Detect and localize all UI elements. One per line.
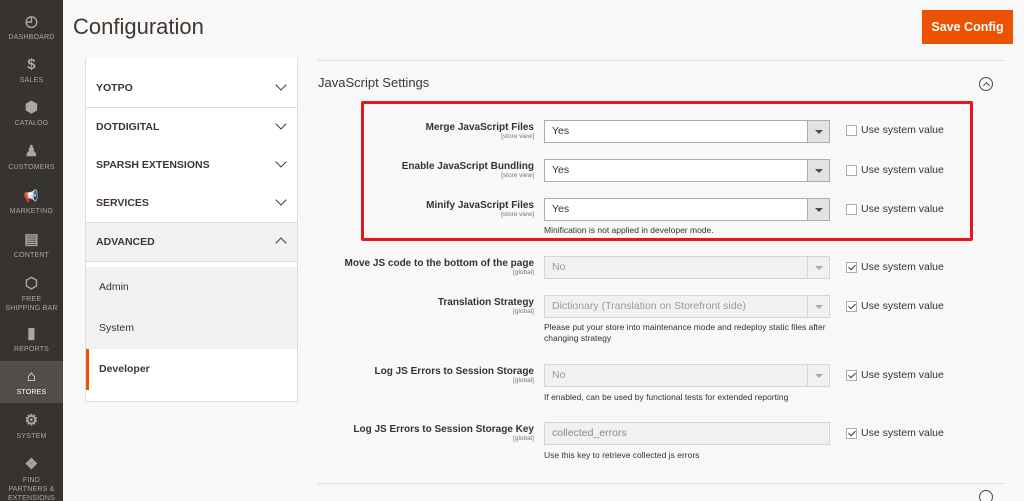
save-config-button[interactable]: Save Config: [922, 10, 1013, 44]
system-value-label: Use system value: [861, 300, 944, 312]
chevron-up-icon: [275, 237, 287, 249]
field-scope: [global]: [513, 308, 534, 315]
tab-section-advanced[interactable]: ADVANCED: [86, 223, 297, 262]
system-value-checkbox[interactable]: [846, 428, 857, 439]
nav-label: MARKETING: [9, 208, 54, 215]
field-note: If enabled, can be used by functional te…: [544, 392, 789, 402]
dollar-icon: $: [27, 56, 36, 73]
system-value-label: Use system value: [861, 427, 944, 439]
field-label-text: Log JS Errors to Session Storage Key: [353, 424, 534, 435]
nav-label: CUSTOMERS: [8, 164, 55, 171]
chevron-down-icon: [275, 79, 287, 91]
highlight-box: [361, 101, 973, 241]
nav-find-partners[interactable]: ❖ FIND PARTNERS & EXTENSIONS: [0, 457, 63, 501]
nav-catalog[interactable]: ⬢ CATALOG: [0, 100, 63, 128]
admin-nav: ◴ DASHBOARD $ SALES ⬢ CATALOG ♟ CUSTOMERS 📢 M…: [0, 0, 63, 501]
dashboard-icon: ◴: [24, 13, 39, 30]
system-value-checkbox[interactable]: [846, 301, 857, 312]
field-label: Move JS code to the bottom of the page […: [318, 258, 534, 277]
select-value: Dictionary (Translation on Storefront si…: [552, 300, 746, 312]
tab-section-label: DOTDIGITAL: [96, 121, 160, 133]
dropdown-arrow-icon: [807, 296, 829, 317]
log-js-errors-select[interactable]: No: [544, 364, 830, 387]
tab-item-system[interactable]: System: [86, 308, 297, 349]
translation-strategy-select[interactable]: Dictionary (Translation on Storefront si…: [544, 295, 830, 318]
divider: [318, 483, 1004, 484]
nav-label: SYSTEM: [16, 433, 47, 440]
field-label-text: Translation Strategy: [437, 297, 534, 308]
field-scope: [global]: [513, 269, 534, 276]
nav-label: CATALOG: [14, 120, 49, 127]
tab-item-admin[interactable]: Admin: [86, 267, 297, 308]
log-js-errors-key-input[interactable]: collected_errors: [544, 422, 830, 445]
field-label: Log JS Errors to Session Storage Key [gl…: [318, 424, 534, 443]
tab-section-yotpo[interactable]: YOTPO: [86, 69, 297, 108]
config-tabs: YOTPO DOTDIGITAL SPARSH EXTENSIONS SERVI…: [85, 58, 298, 402]
tab-item-developer[interactable]: Developer: [86, 349, 297, 390]
field-label: Translation Strategy [global]: [318, 297, 534, 316]
tab-section-dotdigital[interactable]: DOTDIGITAL: [86, 108, 297, 147]
nav-label: STORES: [16, 389, 47, 396]
system-value-label: Use system value: [861, 369, 944, 381]
chevron-down-icon: [275, 118, 287, 130]
field-note: Use this key to retrieve collected js er…: [544, 450, 700, 460]
megaphone-icon: 📢: [23, 189, 40, 203]
nav-label: FREE SHIPPING BAR: [5, 296, 58, 312]
field-scope: [global]: [513, 377, 534, 384]
tab-section-label: YOTPO: [96, 82, 133, 94]
hexagon-icon: ⬡: [24, 275, 39, 292]
select-value: No: [552, 261, 566, 273]
field-note: Please put your store into maintenance m…: [544, 322, 826, 343]
page-header: Configuration Save Config: [63, 0, 1024, 58]
dropdown-arrow-icon: [807, 365, 829, 386]
nav-marketing[interactable]: 📢 MARKETING: [0, 188, 63, 216]
chevron-down-icon: [275, 156, 287, 168]
field-label: Log JS Errors to Session Storage [global…: [318, 366, 534, 385]
collapse-icon[interactable]: [979, 490, 993, 501]
nav-label: FIND PARTNERS & EXTENSIONS: [7, 477, 56, 501]
nav-reports[interactable]: ▮ REPORTS: [0, 326, 63, 354]
tab-item-label: System: [99, 322, 135, 334]
page-title: Configuration: [73, 14, 204, 39]
tab-section-label: SPARSH EXTENSIONS: [96, 159, 210, 171]
nav-label: REPORTS: [13, 346, 50, 353]
box-icon: ⬢: [24, 99, 39, 116]
bar-chart-icon: ▮: [27, 325, 36, 342]
tab-section-sparsh-extensions[interactable]: SPARSH EXTENSIONS: [86, 146, 297, 185]
section-title[interactable]: JavaScript Settings: [318, 75, 429, 90]
store-icon: ⌂: [26, 368, 37, 385]
select-value: No: [552, 369, 566, 381]
dropdown-arrow-icon: [807, 257, 829, 278]
config-content: JavaScript Settings Merge JavaScript Fil…: [318, 58, 1004, 501]
system-value-checkbox[interactable]: [846, 370, 857, 381]
nav-content[interactable]: ▤ CONTENT: [0, 232, 63, 260]
layout-icon: ▤: [24, 231, 39, 248]
field-scope: [global]: [513, 435, 534, 442]
nav-dashboard[interactable]: ◴ DASHBOARD: [0, 14, 63, 42]
tab-section-label: SERVICES: [96, 197, 149, 209]
person-icon: ♟: [24, 143, 39, 160]
system-value-label: Use system value: [861, 261, 944, 273]
nav-system[interactable]: ⚙ SYSTEM: [0, 413, 63, 441]
nav-label: SALES: [19, 77, 44, 84]
divider: [318, 60, 1004, 61]
blocks-icon: ❖: [24, 456, 39, 473]
tab-section-services[interactable]: SERVICES: [86, 184, 297, 223]
tab-item-label: Developer: [99, 363, 150, 375]
move-js-bottom-select[interactable]: No: [544, 256, 830, 279]
nav-stores[interactable]: ⌂ STORES: [0, 361, 63, 403]
chevron-down-icon: [275, 194, 287, 206]
field-label-text: Log JS Errors to Session Storage: [374, 366, 534, 377]
gear-icon: ⚙: [24, 412, 39, 429]
nav-label: DASHBOARD: [8, 34, 55, 41]
tab-item-label: Admin: [99, 281, 129, 293]
nav-customers[interactable]: ♟ CUSTOMERS: [0, 144, 63, 172]
tab-section-label: ADVANCED: [96, 236, 155, 248]
nav-label: CONTENT: [13, 252, 50, 259]
system-value-checkbox[interactable]: [846, 262, 857, 273]
field-label-text: Move JS code to the bottom of the page: [344, 258, 534, 269]
nav-free-shipping-bar[interactable]: ⬡ FREE SHIPPING BAR: [0, 276, 63, 313]
collapse-icon[interactable]: [979, 77, 993, 91]
nav-sales[interactable]: $ SALES: [0, 57, 63, 85]
